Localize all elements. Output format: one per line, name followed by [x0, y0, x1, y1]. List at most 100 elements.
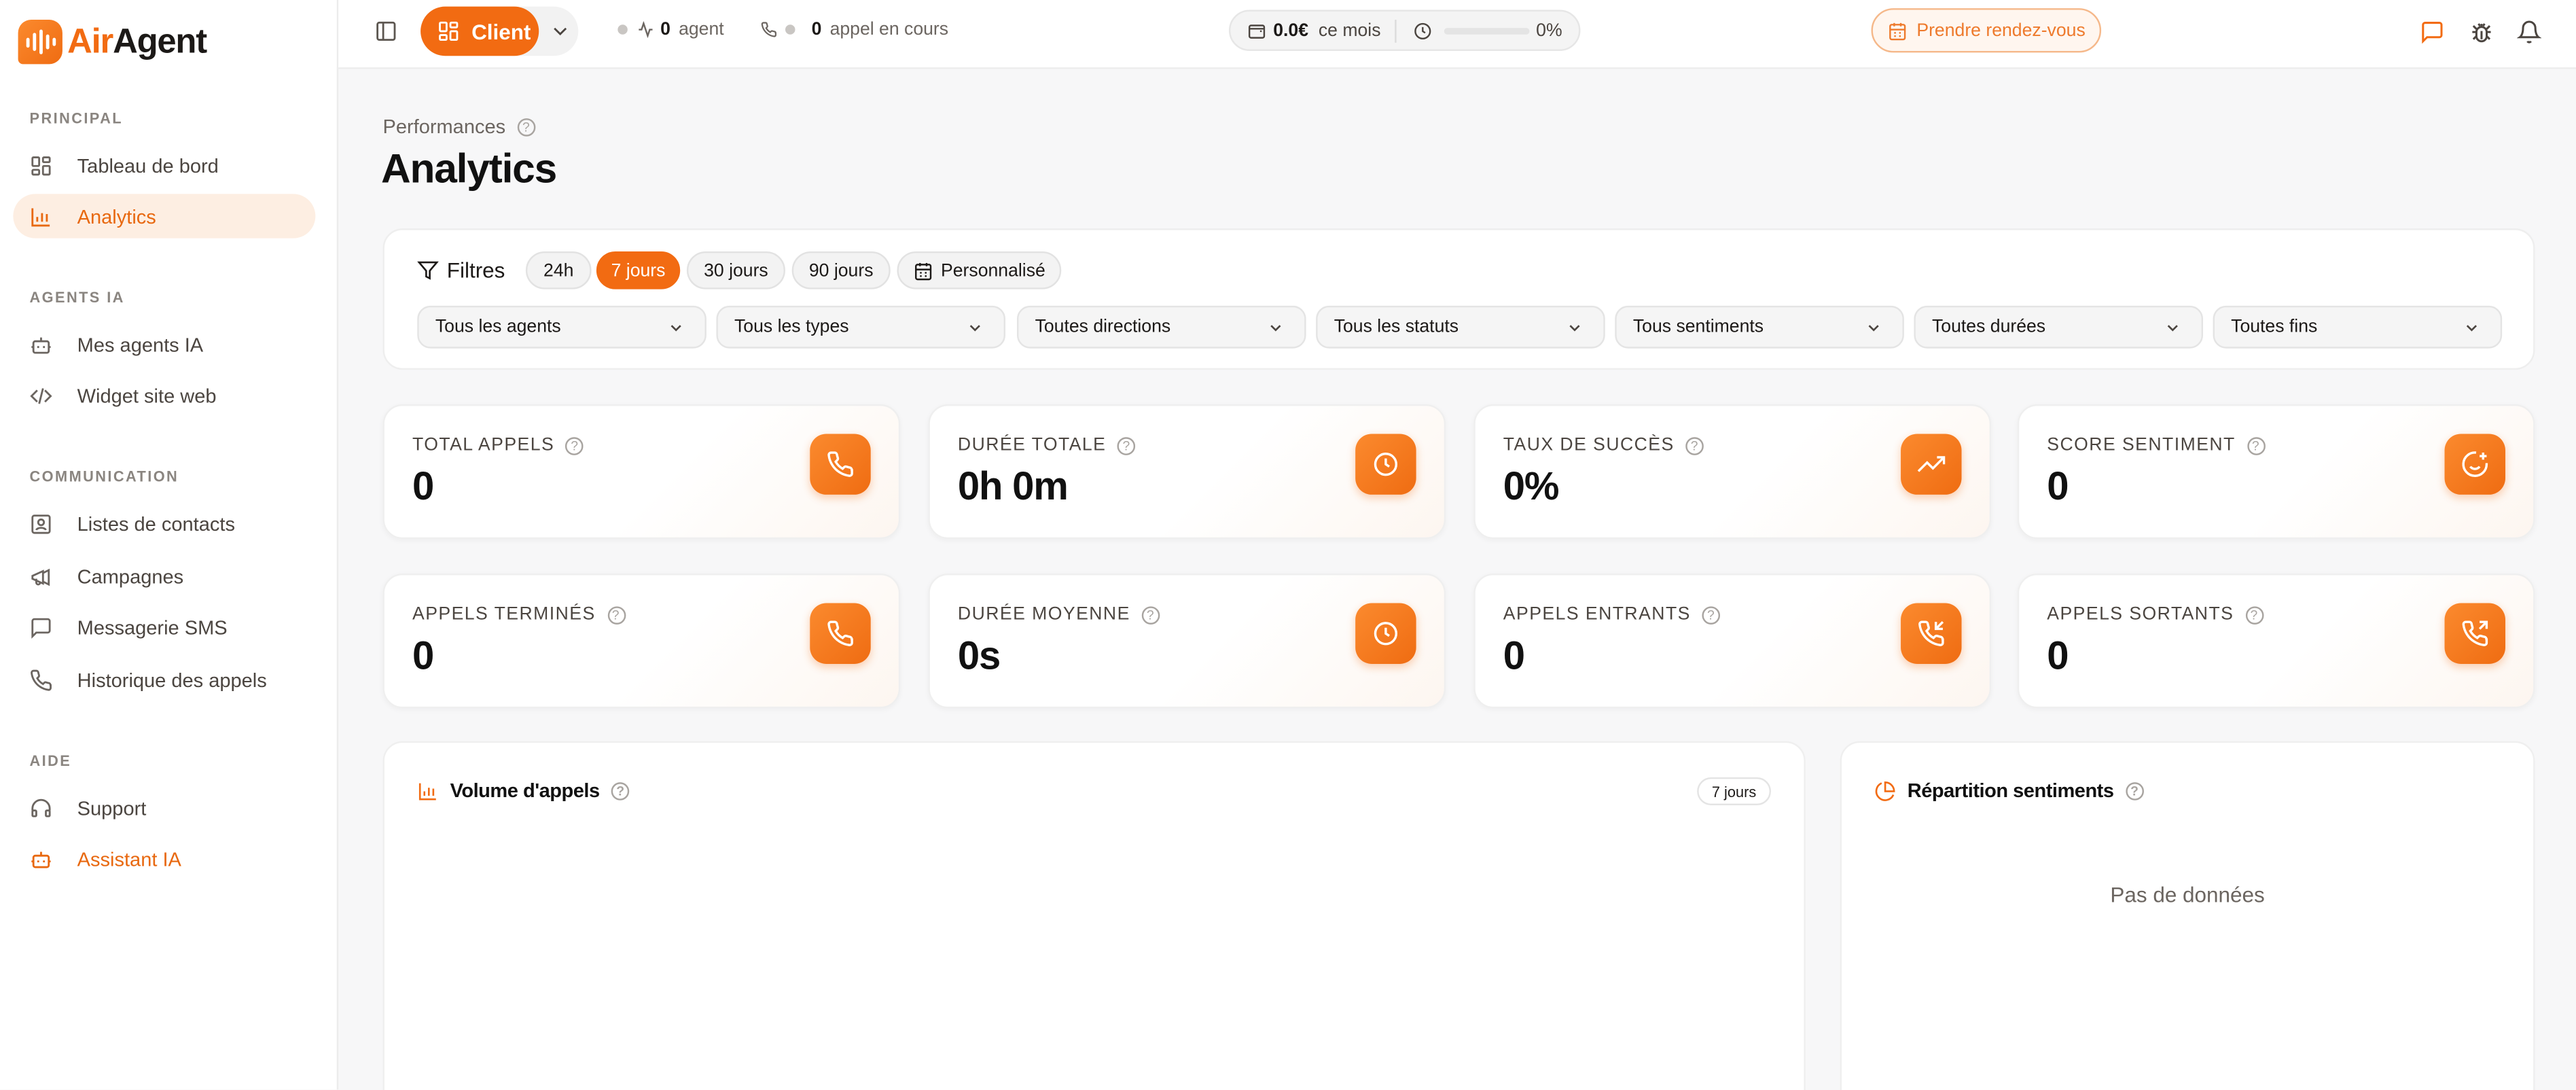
sidebar-item-label: Support [77, 796, 147, 820]
bot-icon [30, 333, 53, 356]
status-dot [618, 24, 628, 35]
breadcrumb-label: Performances [382, 115, 506, 139]
kpi-label: SCORE SENTIMENT [2047, 435, 2236, 455]
range-90-days[interactable]: 90 jours [791, 251, 891, 289]
phone-icon [761, 21, 777, 37]
bot-icon [30, 847, 53, 871]
sidebar-item-agents[interactable]: Mes agents IA [13, 322, 315, 366]
kpi-label: APPELS ENTRANTS [1503, 604, 1691, 625]
sidebar-item-contacts[interactable]: Listes de contacts [13, 502, 315, 546]
usage-percent: 0% [1536, 21, 1562, 41]
select-agents[interactable]: Tous les agents [417, 305, 706, 349]
chevron-down-icon [1865, 319, 1883, 337]
sidebar-item-support[interactable]: Support [13, 786, 315, 830]
kpi-label: APPELS TERMINÉS [412, 604, 596, 625]
select-types[interactable]: Tous les types [716, 305, 1006, 349]
bar-chart-icon [30, 205, 53, 228]
kpi-value: 0 [412, 634, 434, 679]
code-icon [30, 384, 53, 407]
select-endings[interactable]: Toutes fins [2213, 305, 2503, 349]
sidebar-item-sms[interactable]: Messagerie SMS [13, 605, 315, 649]
kpi-label: TOTAL APPELS [412, 435, 555, 455]
chevron-down-icon [2164, 319, 2182, 337]
client-button[interactable]: Client [421, 6, 539, 56]
agents-status: 0 agent [618, 20, 724, 39]
status-dot [785, 24, 795, 35]
appointment-button[interactable]: Prendre rendez-vous [1871, 8, 2102, 53]
chat-icon[interactable] [2420, 20, 2444, 44]
calendar-icon [1887, 20, 1907, 40]
sidebar-item-label: Mes agents IA [77, 332, 204, 356]
chevron-down-icon [1566, 319, 1584, 337]
help-icon[interactable]: ? [1685, 436, 1704, 455]
kpi-label: TAUX DE SUCCÈS [1503, 435, 1675, 455]
filters-panel: Filtres 24h 7 jours 30 jours 90 jours Pe… [382, 228, 2535, 370]
sidebar: AirAgent PRINCIPAL Tableau de bord Analy… [0, 0, 339, 1090]
chevron-down-icon [1267, 319, 1285, 337]
help-icon[interactable]: ? [1702, 605, 1721, 624]
bell-icon[interactable] [2516, 20, 2542, 44]
help-icon[interactable]: ? [1117, 436, 1136, 455]
help-icon[interactable]: ? [1141, 605, 1160, 624]
sidebar-item-call-history[interactable]: Historique des appels [13, 657, 315, 701]
sidebar-item-widget[interactable]: Widget site web [13, 373, 315, 417]
calendar-icon [913, 260, 933, 280]
kpi-value: 0s [957, 634, 1001, 679]
brand-logo[interactable]: AirAgent [18, 20, 207, 65]
range-badge: 7 jours [1697, 777, 1772, 806]
sidebar-item-campaigns[interactable]: Campagnes [13, 554, 315, 598]
chevron-down-icon [966, 319, 984, 337]
help-icon[interactable]: ? [611, 781, 630, 800]
contact-icon [30, 512, 53, 535]
clock-icon [1413, 21, 1433, 41]
range-custom[interactable]: Personnalisé [897, 251, 1062, 289]
range-30-days[interactable]: 30 jours [686, 251, 785, 289]
chevron-down-icon[interactable] [549, 20, 572, 43]
select-sentiments[interactable]: Tous sentiments [1615, 305, 1904, 349]
section-title-communication: COMMUNICATION [29, 468, 179, 485]
bar-chart-icon [417, 780, 438, 801]
client-switcher: Client [421, 6, 579, 56]
phone-icon [810, 603, 871, 665]
kpi-card-completed-calls: APPELS TERMINÉS? 0 [382, 574, 901, 709]
help-icon[interactable]: ? [2125, 781, 2144, 800]
bug-icon[interactable] [2469, 20, 2494, 44]
panel-title: Répartition sentiments [1907, 779, 2114, 803]
usage-progress-bar [1444, 28, 1530, 35]
kpi-card-total-calls: TOTAL APPELS? 0 [382, 404, 901, 540]
client-label: Client [471, 18, 531, 44]
divider [1395, 20, 1397, 43]
panel-title: Volume d'appels [450, 779, 601, 803]
kpi-card-outgoing-calls: APPELS SORTANTS? 0 [2017, 574, 2535, 709]
headset-icon [30, 796, 53, 820]
select-statuses[interactable]: Tous les statuts [1316, 305, 1605, 349]
message-icon [30, 616, 53, 639]
help-icon[interactable]: ? [2247, 436, 2266, 455]
sidebar-toggle-icon[interactable] [374, 20, 397, 43]
calls-status: 0 appel en cours [761, 20, 948, 39]
sidebar-item-label: Messagerie SMS [77, 615, 228, 639]
brand-name: AirAgent [67, 22, 207, 60]
range-7-days[interactable]: 7 jours [596, 251, 681, 289]
help-icon[interactable]: ? [566, 436, 584, 455]
kpi-card-average-duration: DURÉE MOYENNE? 0s [928, 574, 1446, 709]
select-durations[interactable]: Toutes durées [1914, 305, 2204, 349]
sidebar-item-dashboard[interactable]: Tableau de bord [13, 143, 315, 187]
help-icon[interactable]: ? [517, 117, 535, 136]
empty-state: Pas de données [2110, 882, 2265, 907]
pie-chart-icon [1874, 780, 1895, 801]
activity-icon [637, 20, 654, 39]
logo-icon [18, 20, 62, 65]
sidebar-item-analytics[interactable]: Analytics [13, 194, 316, 239]
kpi-label: APPELS SORTANTS [2047, 604, 2234, 625]
select-directions[interactable]: Toutes directions [1016, 305, 1306, 349]
range-24h[interactable]: 24h [525, 251, 592, 289]
usage-summary[interactable]: 0.0€ ce mois 0% [1228, 10, 1581, 51]
help-icon[interactable]: ? [607, 605, 626, 624]
phone-icon [810, 434, 871, 495]
appointment-label: Prendre rendez-vous [1916, 20, 2086, 41]
section-title-agents: AGENTS IA [29, 289, 125, 306]
sidebar-item-assistant[interactable]: Assistant IA [13, 837, 315, 881]
help-icon[interactable]: ? [2245, 605, 2264, 624]
kpi-value: 0% [1503, 465, 1560, 510]
